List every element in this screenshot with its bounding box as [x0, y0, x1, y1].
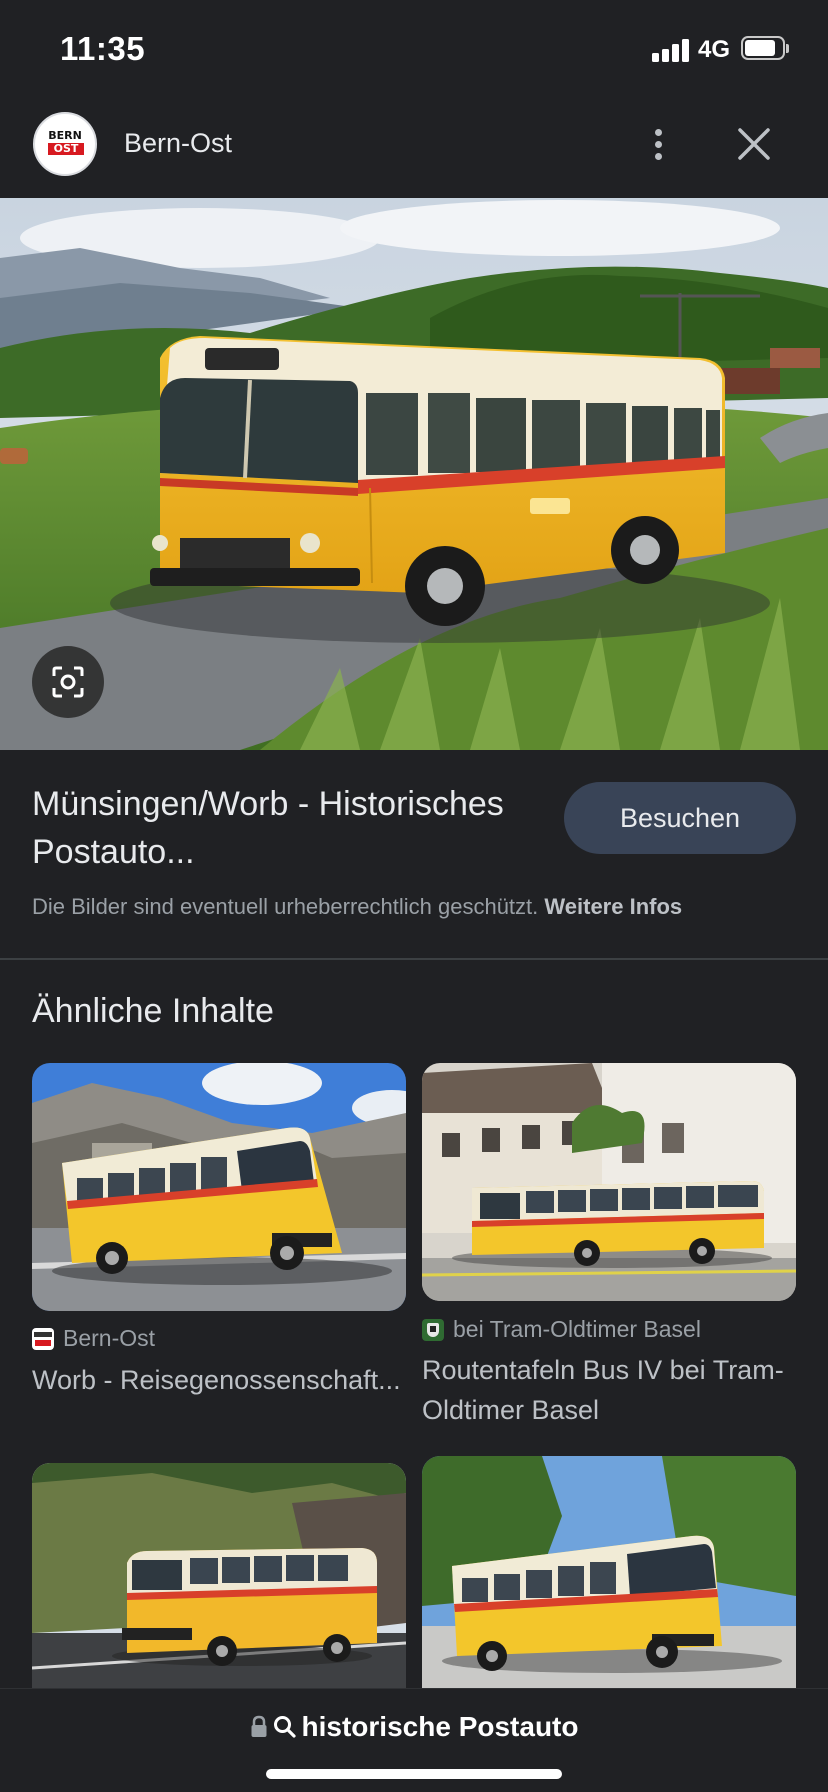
copyright-text: Die Bilder sind eventuell urheberrechtli… — [32, 894, 539, 919]
related-card-source-name: bei Tram-Oldtimer Basel — [453, 1316, 701, 1342]
related-card-image-2[interactable] — [422, 1063, 796, 1301]
related-photo-2 — [422, 1063, 796, 1301]
bern-ost-favicon — [32, 1327, 54, 1350]
lock-icon — [251, 1715, 267, 1737]
tram-oldtimer-favicon — [422, 1318, 444, 1341]
related-card-source-name: Bern-Ost — [63, 1325, 156, 1351]
logo-text-bottom: OST — [48, 143, 84, 155]
related-photo-3 — [32, 1463, 406, 1711]
related-photo-1 — [32, 1063, 406, 1311]
home-indicator[interactable] — [266, 1769, 562, 1779]
related-card-source-2[interactable]: bei Tram-Oldtimer Basel — [422, 1316, 701, 1343]
related-card-image-3[interactable] — [32, 1463, 406, 1711]
related-card-source-1[interactable]: Bern-Ost — [32, 1325, 155, 1352]
more-vert-icon[interactable] — [640, 114, 676, 174]
cellular-signal-icon — [652, 38, 692, 62]
lens-icon — [52, 666, 84, 698]
status-time: 11:35 — [60, 30, 146, 67]
copyright-notice: Die Bilder sind eventuell urheberrechtli… — [32, 894, 812, 920]
related-heading: Ähnliche Inhalte — [32, 992, 274, 1030]
search-query[interactable]: historische Postauto — [0, 1711, 828, 1743]
logo-text-top: BERN — [48, 129, 82, 142]
related-card-image-4[interactable] — [422, 1456, 796, 1711]
related-card-title-1[interactable]: Worb - Reisegenossenschaft... — [32, 1360, 406, 1400]
visit-button[interactable]: Besuchen — [564, 782, 796, 854]
image-viewer-screen: 11:35 4G BERN OST Bern-Ost Münsingen/Wor… — [0, 0, 828, 1792]
search-icon — [273, 1716, 296, 1738]
related-photo-4 — [422, 1456, 796, 1711]
source-header: BERN OST Bern-Ost — [0, 100, 828, 198]
source-name[interactable]: Bern-Ost — [124, 128, 232, 159]
main-image[interactable] — [0, 198, 828, 750]
postbus-photo — [0, 198, 828, 750]
close-icon[interactable] — [730, 120, 778, 168]
related-card-image-1[interactable] — [32, 1063, 406, 1311]
battery-icon — [741, 36, 789, 62]
lens-search-button[interactable] — [32, 646, 104, 718]
status-bar: 11:35 4G — [0, 0, 828, 100]
result-details: Münsingen/Worb - Historisches Postauto..… — [0, 750, 828, 958]
network-type: 4G — [698, 36, 731, 63]
more-info-link[interactable]: Weitere Infos — [544, 894, 682, 919]
source-logo[interactable]: BERN OST — [33, 112, 97, 176]
section-divider — [0, 958, 828, 960]
search-query-text: historische Postauto — [301, 1711, 579, 1742]
bottom-search-bar: historische Postauto — [0, 1688, 828, 1792]
related-card-title-2[interactable]: Routentafeln Bus IV bei Tram-Oldtimer Ba… — [422, 1350, 796, 1430]
result-title[interactable]: Münsingen/Worb - Historisches Postauto..… — [32, 780, 532, 876]
